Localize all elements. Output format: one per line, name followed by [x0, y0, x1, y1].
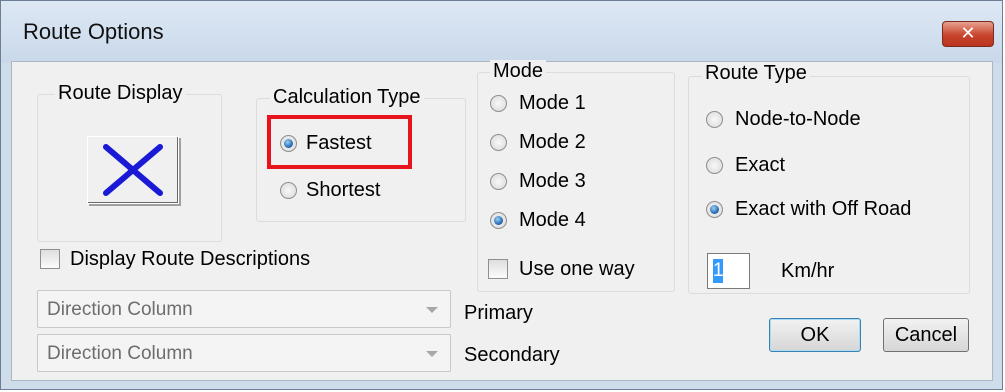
- dialog-body: Route Display Calculation Type Fastest S…: [11, 60, 993, 381]
- exact-label[interactable]: Exact: [735, 154, 785, 177]
- window-title: Route Options: [23, 19, 164, 44]
- mode-1-label[interactable]: Mode 1: [519, 92, 586, 115]
- use-one-way-checkbox[interactable]: [488, 259, 508, 279]
- mode-3-radio[interactable]: [490, 173, 507, 190]
- node-to-node-radio[interactable]: [706, 111, 723, 128]
- mode-label: Mode: [490, 60, 547, 83]
- node-to-node-label[interactable]: Node-to-Node: [735, 108, 861, 131]
- exact-radio[interactable]: [706, 157, 723, 174]
- close-button[interactable]: ✕: [942, 21, 994, 47]
- secondary-label: Secondary: [464, 344, 560, 366]
- mode-3-label[interactable]: Mode 3: [519, 170, 586, 193]
- route-type-label: Route Type: [702, 62, 810, 85]
- route-display-button[interactable]: [87, 136, 179, 204]
- mode-4-label[interactable]: Mode 4: [519, 209, 586, 232]
- shortest-radio[interactable]: [280, 182, 297, 199]
- route-options-dialog: Route Options ✕ Route Display Calculatio…: [0, 0, 1003, 390]
- route-display-label: Route Display: [55, 82, 186, 105]
- primary-direction-select[interactable]: Direction Column: [37, 290, 451, 328]
- mode-1-radio[interactable]: [490, 95, 507, 112]
- chevron-down-icon: [426, 307, 438, 313]
- close-icon: ✕: [960, 23, 976, 44]
- calculation-type-label: Calculation Type: [270, 86, 424, 109]
- cancel-button[interactable]: Cancel: [883, 318, 969, 352]
- shortest-label[interactable]: Shortest: [306, 179, 380, 202]
- exact-with-off-road-radio[interactable]: [706, 201, 723, 218]
- blue-x-icon: [103, 144, 163, 196]
- mode-2-label[interactable]: Mode 2: [519, 131, 586, 154]
- secondary-direction-value: Direction Column: [47, 343, 193, 364]
- primary-label: Primary: [464, 302, 533, 324]
- mode-2-radio[interactable]: [490, 134, 507, 151]
- mode-4-radio[interactable]: [490, 212, 507, 229]
- speed-unit-label: Km/hr: [781, 260, 835, 282]
- primary-direction-value: Direction Column: [47, 299, 193, 320]
- fastest-highlight-box: [267, 115, 412, 169]
- display-route-descriptions-label[interactable]: Display Route Descriptions: [70, 248, 310, 271]
- display-route-descriptions-checkbox[interactable]: [40, 249, 60, 269]
- use-one-way-label[interactable]: Use one way: [519, 258, 635, 281]
- ok-button[interactable]: OK: [769, 318, 861, 352]
- title-bar[interactable]: Route Options ✕: [1, 1, 1002, 63]
- secondary-direction-select[interactable]: Direction Column: [37, 334, 451, 372]
- speed-input[interactable]: 1: [707, 253, 750, 289]
- speed-value: 1: [713, 260, 724, 281]
- exact-with-off-road-label[interactable]: Exact with Off Road: [735, 198, 911, 221]
- chevron-down-icon: [426, 351, 438, 357]
